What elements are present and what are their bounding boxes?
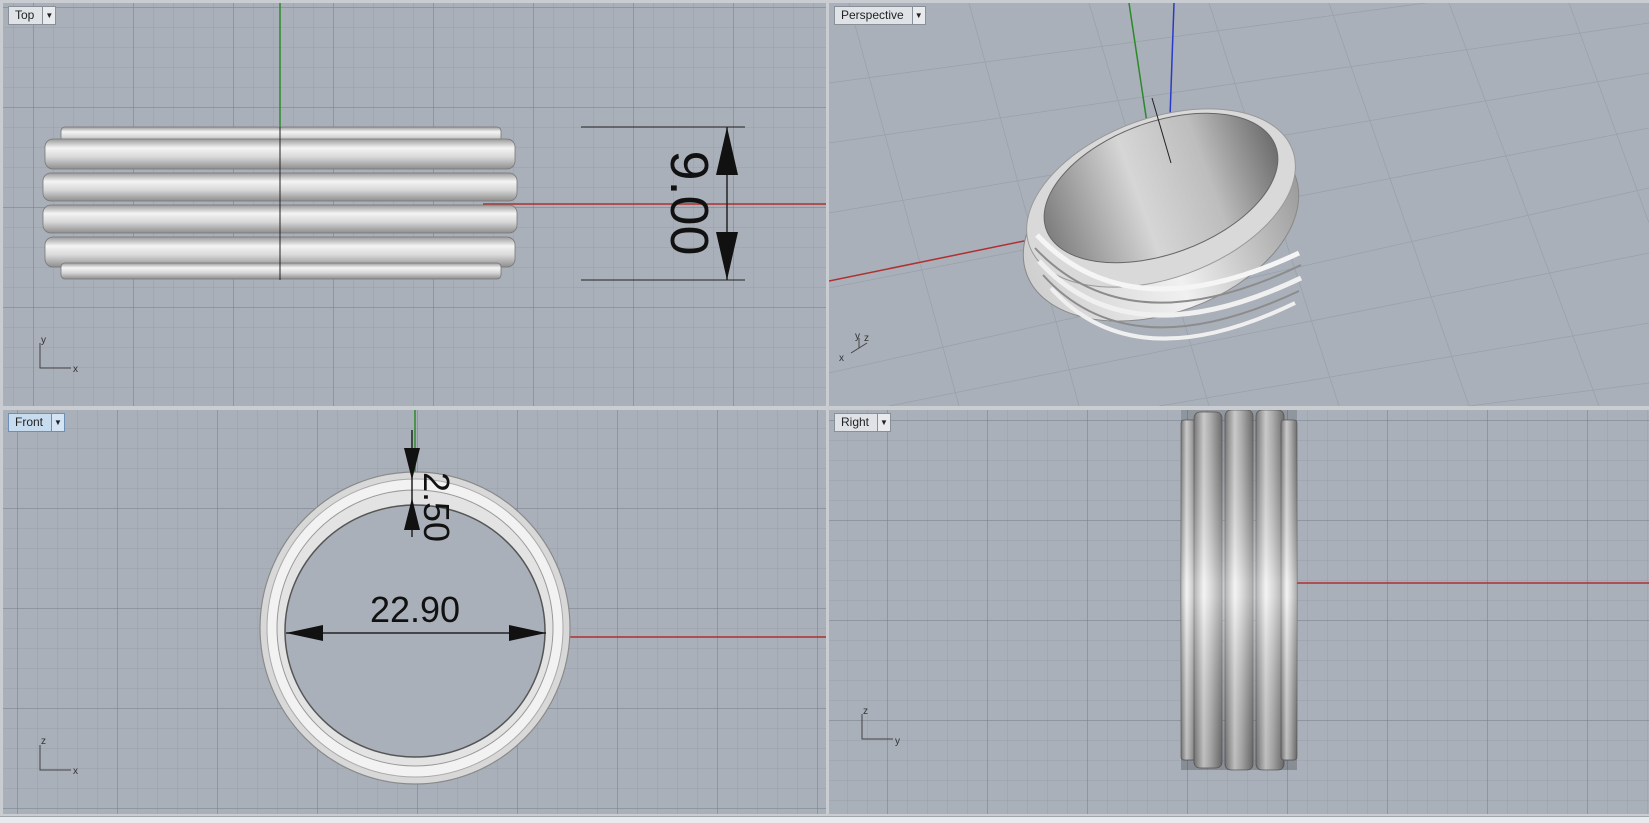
axis-label-z: z [864, 333, 869, 344]
viewport-perspective[interactable]: y z x Perspective ▼ [829, 3, 1649, 406]
dimension-thickness-label: 2.50 [416, 472, 457, 542]
dimension-diameter-label: 22.90 [370, 589, 460, 630]
chevron-down-icon[interactable]: ▼ [877, 414, 891, 431]
viewport-right[interactable]: z y Right ▼ [829, 410, 1649, 814]
ring-right-view [1180, 410, 1298, 771]
axis-label-z: z [41, 736, 46, 747]
viewport-front[interactable]: 2.50 22.90 z x Front ▼ [3, 410, 826, 814]
viewport-tab-label: Top [15, 8, 35, 22]
viewport-tab-label: Front [15, 415, 44, 429]
axis-triad-front [39, 745, 71, 771]
chevron-down-icon[interactable]: ▼ [911, 7, 925, 24]
chevron-down-icon[interactable]: ▼ [51, 414, 65, 431]
axis-label-y: y [41, 335, 46, 346]
axis-label-x: x [73, 364, 78, 375]
viewport-tab-perspective[interactable]: Perspective ▼ [834, 6, 926, 25]
viewport-tab-top[interactable]: Top ▼ [8, 6, 57, 25]
viewport-tab-label: Right [841, 415, 870, 429]
axis-triad-right [861, 714, 893, 740]
axis-triad-top [39, 343, 71, 369]
perspective-view-canvas: y z x [829, 3, 1649, 406]
axis-label-x: x [839, 353, 844, 364]
viewport-tab-label: Perspective [841, 8, 904, 22]
top-view-canvas: 9.00 y x [39, 3, 826, 375]
front-view-canvas: 2.50 22.90 z x [39, 410, 826, 785]
right-view-canvas: z y [861, 410, 1649, 771]
viewport-tab-right[interactable]: Right ▼ [834, 413, 892, 432]
viewport-top[interactable]: 9.00 y x Top ▼ [3, 3, 826, 406]
axis-label-z: z [863, 706, 868, 717]
chevron-down-icon[interactable]: ▼ [42, 7, 56, 24]
axis-label-y: y [855, 331, 860, 342]
axis-label-x: x [73, 766, 78, 777]
viewport-tab-front[interactable]: Front ▼ [8, 413, 66, 432]
ring-perspective [1022, 97, 1303, 341]
dimension-height-label: 9.00 [659, 150, 719, 255]
axis-label-y: y [895, 736, 900, 747]
